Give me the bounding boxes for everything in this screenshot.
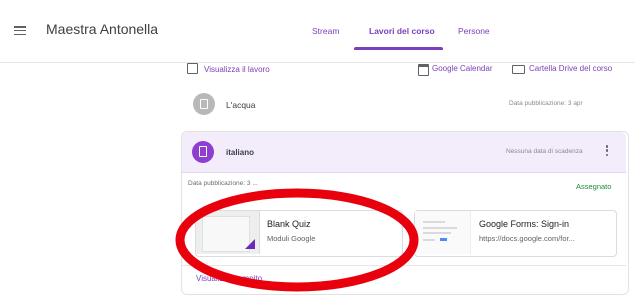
attachment-url: https://docs.google.com/for... — [479, 234, 575, 243]
due-date: Nessuna data di scadenza — [506, 148, 583, 155]
form-thumbnail — [196, 211, 260, 254]
item-date: Data pubblicazione: 3 apr — [509, 100, 583, 107]
view-work-link[interactable]: Visualizza il lavoro — [204, 65, 270, 74]
tab-people[interactable]: Persone — [458, 26, 490, 36]
attachment-title[interactable]: Google Forms: Sign-in — [479, 219, 569, 229]
attachment-title[interactable]: Blank Quiz — [267, 219, 311, 229]
view-work-icon[interactable] — [187, 63, 198, 74]
assignment-icon — [192, 141, 214, 163]
folder-icon[interactable] — [512, 65, 525, 74]
link-thumbnail — [415, 211, 471, 254]
view-assignment-link[interactable]: Visualizza compito — [196, 274, 262, 283]
assignment-title[interactable]: italiano — [226, 148, 254, 157]
calendar-icon[interactable] — [418, 64, 429, 76]
google-calendar-link[interactable]: Google Calendar — [432, 64, 492, 73]
material-icon — [193, 93, 215, 115]
tab-stream[interactable]: Stream — [312, 26, 339, 36]
class-title[interactable]: Maestra Antonella — [46, 21, 158, 37]
tab-classwork[interactable]: Lavori del corso — [369, 26, 435, 36]
card-divider — [182, 265, 626, 266]
more-options-icon[interactable] — [604, 145, 610, 159]
active-tab-indicator — [354, 47, 443, 50]
published-date: Data pubblicazione: 3 ... — [188, 180, 258, 187]
item-title-lacqua[interactable]: L'acqua — [226, 100, 256, 110]
status-badge: Assegnato — [576, 182, 612, 191]
menu-icon[interactable] — [14, 26, 26, 36]
drive-folder-link[interactable]: Cartella Drive del corso — [529, 64, 612, 73]
attachment-subtitle: Moduli Google — [267, 234, 316, 243]
